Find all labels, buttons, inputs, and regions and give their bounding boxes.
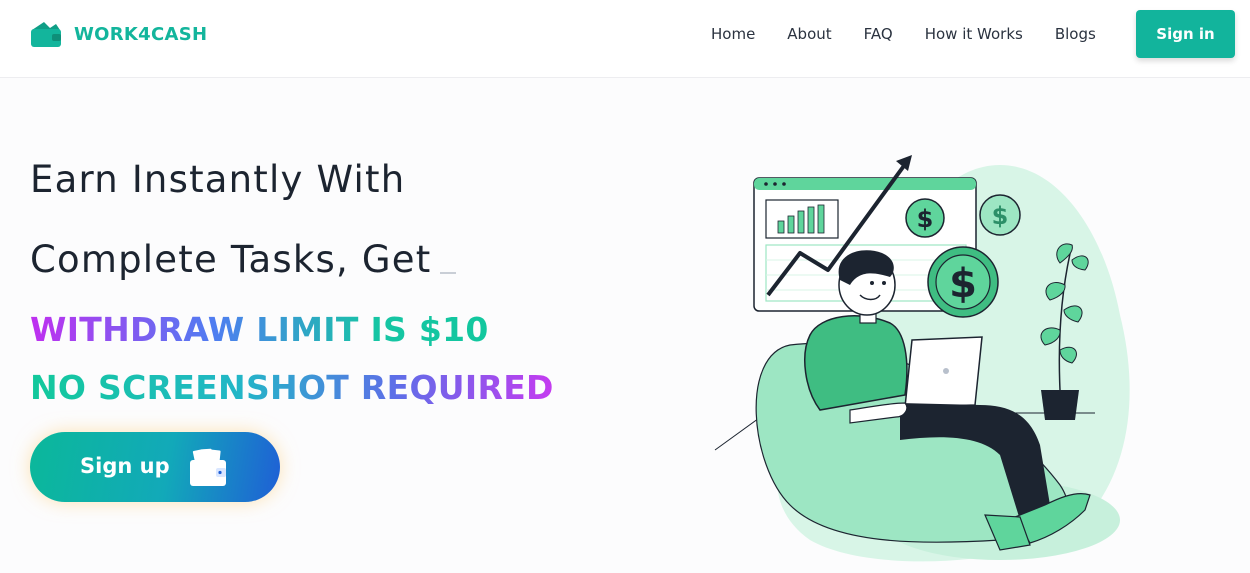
hero-illustration: $ $ $ — [714, 155, 1130, 562]
svg-text:$: $ — [917, 205, 934, 233]
brand-name: WORK4CASH — [74, 23, 208, 45]
nav-home[interactable]: Home — [711, 24, 755, 44]
site-header: WORK4CASH Home About FAQ How it Works Bl… — [0, 0, 1250, 78]
main-nav: Home About FAQ How it Works Blogs — [711, 24, 1128, 44]
hero-heading-line2: Complete Tasks, Get — [30, 238, 432, 281]
nav-faq[interactable]: FAQ — [864, 24, 893, 44]
wallet-icon — [190, 448, 226, 486]
nav-blogs[interactable]: Blogs — [1055, 24, 1096, 44]
no-screenshot-text: NO SCREENSHOT REQUIRED — [30, 368, 554, 407]
signup-button[interactable]: Sign up — [30, 432, 280, 502]
brand-logo[interactable]: WORK4CASH — [30, 20, 207, 48]
nav-about[interactable]: About — [787, 24, 831, 44]
hero-heading-line1: Earn Instantly With — [30, 158, 406, 201]
svg-text:$: $ — [992, 202, 1009, 230]
signin-button[interactable]: Sign in — [1136, 10, 1235, 58]
typing-caret — [440, 272, 456, 274]
signup-button-label: Sign up — [80, 454, 170, 478]
wallet-logo-icon — [31, 22, 61, 47]
nav-how-it-works[interactable]: How it Works — [925, 24, 1023, 44]
svg-text:$: $ — [949, 261, 977, 307]
withdraw-limit-text: WITHDRAW LIMIT IS $10 — [30, 310, 489, 349]
